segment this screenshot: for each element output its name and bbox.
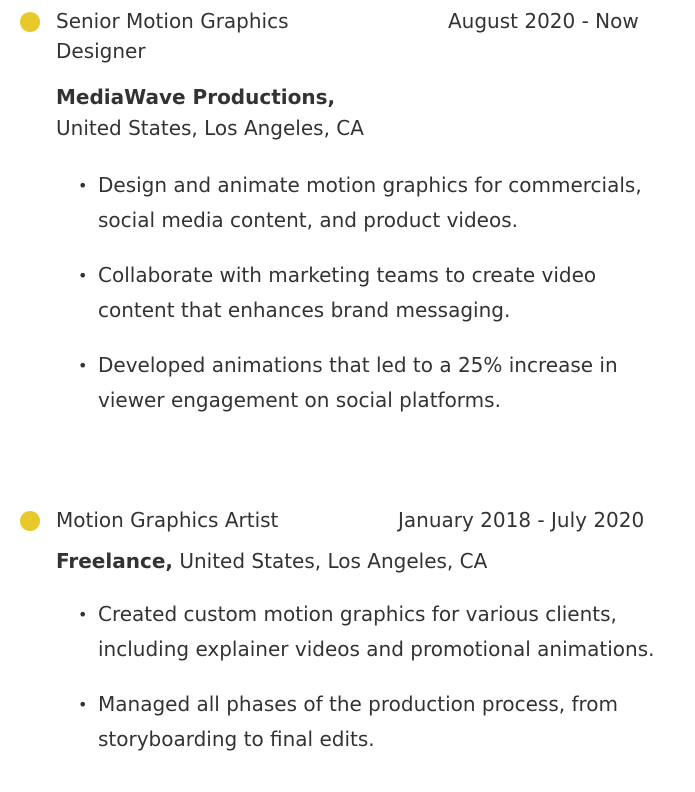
list-item-text: Design and animate motion graphics for c… <box>98 173 642 232</box>
job-dates: August 2020 - Now <box>448 9 639 33</box>
job-location: United States, Los Angeles, CA <box>56 116 364 140</box>
company-line: Freelance, United States, Los Angeles, C… <box>56 546 487 576</box>
list-item: • Collaborate with marketing teams to cr… <box>78 258 658 328</box>
list-item: • Created custom motion graphics for var… <box>78 597 668 667</box>
list-item: • Developed animations that led to a 25%… <box>78 348 658 418</box>
responsibility-list: • Design and animate motion graphics for… <box>78 168 658 438</box>
bullet-icon: • <box>78 695 88 714</box>
job-title: Motion Graphics Artist <box>56 508 279 532</box>
list-item: • Design and animate motion graphics for… <box>78 168 658 238</box>
list-item-text: Collaborate with marketing teams to crea… <box>98 263 597 322</box>
bullet-icon: • <box>78 356 88 375</box>
company-name: Freelance, <box>56 549 173 573</box>
company-name: MediaWave Productions, <box>56 85 336 109</box>
job-dates: January 2018 - July 2020 <box>398 508 645 532</box>
list-item: • Managed all phases of the production p… <box>78 687 668 757</box>
company-line: MediaWave Productions, <box>56 82 335 112</box>
list-item-text: Developed animations that led to a 25% i… <box>98 353 618 412</box>
job-location: United States, Los Angeles, CA <box>179 549 488 573</box>
timeline-dot-icon <box>20 511 40 531</box>
list-item-text: Created custom motion graphics for vario… <box>98 602 655 661</box>
bullet-icon: • <box>78 605 88 624</box>
list-item-text: Managed all phases of the production pro… <box>98 692 619 751</box>
job-title: Senior Motion Graphics Designer <box>56 9 289 63</box>
bullet-icon: • <box>78 176 88 195</box>
timeline-dot-icon <box>20 12 40 32</box>
responsibility-list: • Created custom motion graphics for var… <box>78 597 668 777</box>
bullet-icon: • <box>78 266 88 285</box>
